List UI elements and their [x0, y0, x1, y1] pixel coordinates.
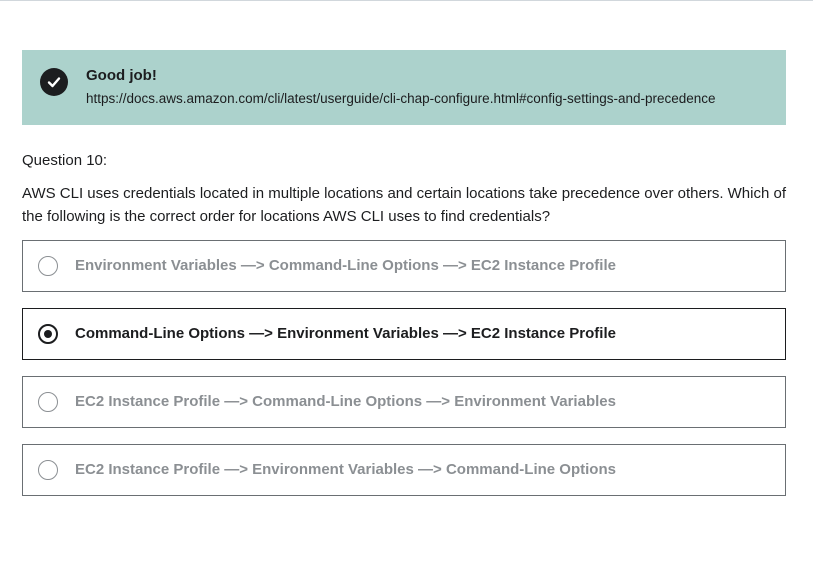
answer-option-label: EC2 Instance Profile —> Command-Line Opt… — [75, 393, 616, 410]
answer-option[interactable]: EC2 Instance Profile —> Command-Line Opt… — [22, 376, 786, 428]
radio-button[interactable] — [38, 392, 58, 412]
top-divider — [0, 0, 813, 2]
feedback-banner: Good job! https://docs.aws.amazon.com/cl… — [22, 50, 786, 125]
answer-options: Environment Variables —> Command-Line Op… — [22, 240, 786, 512]
question-number: Question 10: — [22, 152, 108, 169]
feedback-title: Good job! — [86, 67, 157, 84]
radio-button[interactable] — [38, 324, 58, 344]
answer-option-label: Environment Variables —> Command-Line Op… — [75, 257, 616, 274]
question-text: AWS CLI uses credentials located in mult… — [22, 185, 787, 225]
check-circle-icon — [40, 68, 68, 96]
answer-option[interactable]: Environment Variables —> Command-Line Op… — [22, 240, 786, 292]
answer-option[interactable]: Command-Line Options —> Environment Vari… — [22, 308, 786, 360]
answer-option-label: Command-Line Options —> Environment Vari… — [75, 325, 616, 342]
answer-option-label: EC2 Instance Profile —> Environment Vari… — [75, 461, 616, 478]
answer-option[interactable]: EC2 Instance Profile —> Environment Vari… — [22, 444, 786, 496]
radio-selected-dot — [44, 330, 52, 338]
radio-button[interactable] — [38, 256, 58, 276]
feedback-reference-link[interactable]: https://docs.aws.amazon.com/cli/latest/u… — [86, 91, 716, 106]
radio-button[interactable] — [38, 460, 58, 480]
